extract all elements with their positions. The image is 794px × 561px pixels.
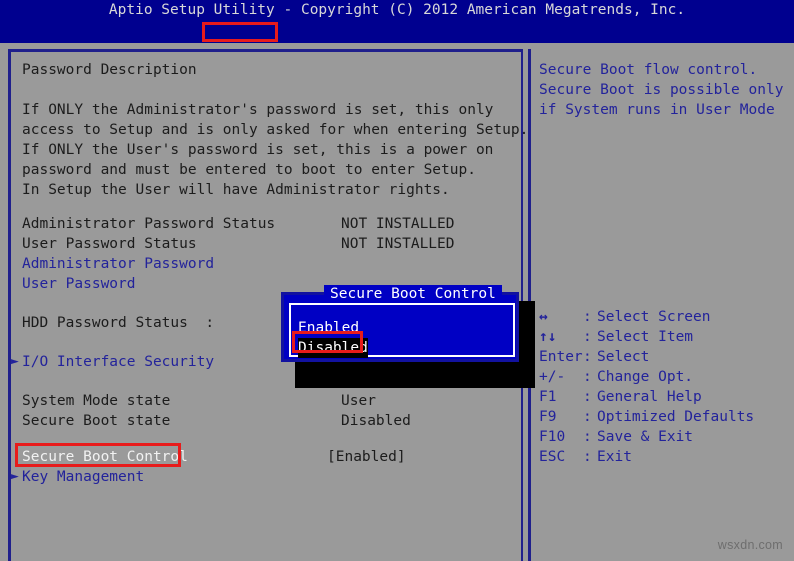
row-label-hdd-password-status: HDD Password Status : <box>22 315 215 331</box>
row-value-system-mode-state: User <box>341 393 376 409</box>
row-label-secure-boot-control[interactable]: Secure Boot Control <box>22 447 188 467</box>
key-legend-sep-1: : <box>583 329 592 345</box>
key-legend-sep-0: : <box>583 309 592 325</box>
key-legend-key-6: F10 <box>539 429 566 445</box>
row-label-key-management[interactable]: Key Management <box>22 467 144 487</box>
row-label-user-password[interactable]: User Password <box>22 274 136 294</box>
section-title: Password Description <box>22 62 197 78</box>
key-legend-key-2: Enter <box>539 349 583 365</box>
key-legend-action-0: Select Screen <box>597 309 711 325</box>
row-value-secure-boot-control: [Enabled] <box>327 449 406 465</box>
description-line-3: If ONLY the User's password is set, this… <box>22 142 494 158</box>
row-value-administrator-password-status: NOT INSTALLED <box>341 216 455 232</box>
row-label-user-password-status: User Password Status <box>22 236 197 252</box>
key-legend-action-7: Exit <box>597 449 632 465</box>
key-legend-key-7: ESC <box>539 449 566 465</box>
row-label-io-interface-security[interactable]: I/O Interface Security <box>22 352 214 372</box>
row-label-administrator-password-status: Administrator Password Status <box>22 216 276 232</box>
row-value-user-password-status: NOT INSTALLED <box>341 236 455 252</box>
key-legend-key-0: ↔ <box>539 309 548 325</box>
help-description-line-1: Secure Boot flow control. <box>539 62 758 78</box>
key-legend-action-1: Select Item <box>597 329 694 345</box>
description-line-1: If ONLY the Administrator's password is … <box>22 102 494 118</box>
menu-bar: MainAdvancedBootSecuritySave & Exit <box>0 21 794 65</box>
window-title: Aptio Setup Utility - Copyright (C) 2012… <box>0 0 794 21</box>
key-legend-key-3: +/- <box>539 369 566 385</box>
key-legend-sep-7: : <box>583 449 592 465</box>
key-legend-sep-3: : <box>583 369 592 385</box>
key-legend-action-6: Save & Exit <box>597 429 694 445</box>
popup-option-disabled[interactable]: Disabled <box>298 338 368 358</box>
key-legend-action-4: General Help <box>597 389 702 405</box>
key-legend-action-5: Optimized Defaults <box>597 409 755 425</box>
row-label-administrator-password[interactable]: Administrator Password <box>22 254 214 274</box>
watermark: wsxdn.com <box>717 538 783 552</box>
popup-title: Secure Boot Control <box>324 285 502 303</box>
row-label-secure-boot-state: Secure Boot state <box>22 413 171 429</box>
key-legend-sep-6: : <box>583 429 592 445</box>
submenu-arrow-key-management: ► <box>11 469 19 484</box>
key-legend-sep-4: : <box>583 389 592 405</box>
key-legend-action-3: Change Opt. <box>597 369 694 385</box>
description-line-4: password and must be entered to boot to … <box>22 162 476 178</box>
bios-setup-screen: Aptio Setup Utility - Copyright (C) 2012… <box>0 0 794 561</box>
description-line-5: In Setup the User will have Administrato… <box>22 182 450 198</box>
help-description-line-2: Secure Boot is possible only <box>539 82 784 98</box>
key-legend-sep-2: : <box>583 349 592 365</box>
key-legend-sep-5: : <box>583 409 592 425</box>
secure-boot-control-popup: Secure Boot Control Enabled Disabled <box>281 285 519 362</box>
key-legend-key-5: F9 <box>539 409 557 425</box>
row-label-system-mode-state: System Mode state <box>22 393 171 409</box>
popup-option-enabled[interactable]: Enabled <box>298 318 359 338</box>
key-legend-action-2: Select <box>597 349 650 365</box>
help-description-line-3: if System runs in User Mode <box>539 102 775 118</box>
submenu-arrow-io-interface-security: ► <box>11 354 19 369</box>
row-value-secure-boot-state: Disabled <box>341 413 411 429</box>
key-legend-key-1: ↑↓ <box>539 329 557 345</box>
key-legend-key-4: F1 <box>539 389 557 405</box>
description-line-2: access to Setup and is only asked for wh… <box>22 122 529 138</box>
body-area: Password Description If ONLY the Adminis… <box>0 43 794 561</box>
